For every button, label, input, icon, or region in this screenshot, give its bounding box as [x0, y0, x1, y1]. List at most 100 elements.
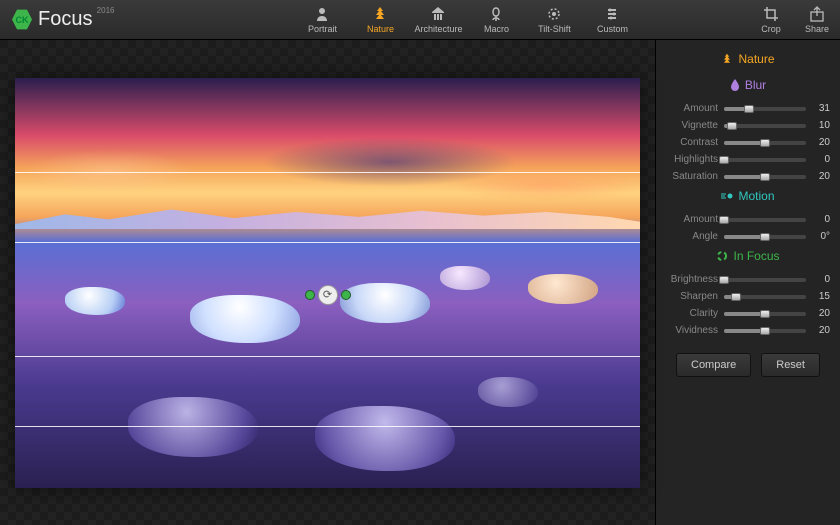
crop-button[interactable]: Crop: [748, 0, 794, 39]
blur-title: Blur: [745, 78, 766, 92]
slider-label: Sharpen: [666, 291, 718, 302]
app-name: Focus: [38, 8, 92, 30]
photo-decor: [190, 295, 300, 343]
slider-thumb[interactable]: [760, 327, 770, 335]
slider-thumb[interactable]: [760, 233, 770, 241]
blur-amount-slider[interactable]: [724, 107, 806, 111]
slider-thumb[interactable]: [719, 156, 729, 164]
slider-thumb[interactable]: [731, 293, 741, 301]
blur-row-contrast: Contrast20: [656, 134, 840, 151]
mode-label: Macro: [484, 24, 509, 34]
canvas-area[interactable]: ⟳: [0, 40, 655, 525]
focus-row-clarity: Clarity20: [656, 305, 840, 322]
blur-row-vignette: Vignette 10: [656, 117, 840, 134]
mode-label: Nature: [367, 24, 394, 34]
nature-icon: [371, 6, 389, 22]
slider-label: Contrast: [666, 137, 718, 148]
photo-decor: [478, 377, 538, 407]
blur-saturation-slider[interactable]: [724, 175, 806, 179]
photo-decor: [128, 397, 258, 457]
mode-label: Tilt-Shift: [538, 24, 571, 34]
reset-button[interactable]: Reset: [761, 353, 820, 377]
slider-thumb[interactable]: [727, 122, 737, 130]
slider-label: Highlights: [666, 154, 718, 165]
blur-row-amount: Amount31: [656, 100, 840, 117]
slider-thumb[interactable]: [719, 216, 729, 224]
slider-label: Brightness: [666, 274, 718, 285]
nature-icon: [721, 53, 733, 65]
slider-thumb[interactable]: [760, 310, 770, 318]
slider-label: Vignette: [666, 120, 718, 131]
focus-vividness-slider[interactable]: [724, 329, 806, 333]
slider-thumb[interactable]: [744, 105, 754, 113]
focus-sharpen-slider[interactable]: [724, 295, 806, 299]
panel-title: Nature: [738, 52, 774, 66]
mode-macro[interactable]: Macro: [468, 0, 524, 39]
top-right-actions: Crop Share: [748, 0, 840, 39]
slider-label: Amount: [666, 103, 718, 114]
handle-rotate-icon[interactable]: ⟳: [318, 285, 338, 305]
handle-dot-right[interactable]: [341, 290, 351, 300]
photo-decor: [528, 274, 598, 304]
slider-label: Saturation: [666, 171, 718, 182]
slider-value: 0: [812, 154, 830, 165]
mode-portrait[interactable]: Portrait: [294, 0, 350, 39]
motion-row-amount: Amount 0: [656, 211, 840, 228]
slider-value: 20: [812, 308, 830, 319]
blur-vignette-slider[interactable]: [724, 124, 806, 128]
motion-icon: [721, 191, 733, 201]
slider-label: Vividness: [666, 325, 718, 336]
share-icon: [809, 6, 825, 22]
top-toolbar: CK Focus 2016 Portrait Nature Architectu…: [0, 0, 840, 40]
mode-custom[interactable]: Custom: [584, 0, 640, 39]
focus-band-outer-top[interactable]: [15, 172, 640, 173]
slider-label: Amount: [666, 214, 718, 225]
share-button[interactable]: Share: [794, 0, 840, 39]
slider-thumb[interactable]: [719, 276, 729, 284]
slider-thumb[interactable]: [760, 139, 770, 147]
focus-band-inner-top[interactable]: [15, 242, 640, 243]
mode-label: Custom: [597, 24, 628, 34]
app-version: 2016: [97, 6, 115, 15]
slider-value: 10: [812, 120, 830, 131]
motion-angle-slider[interactable]: [724, 235, 806, 239]
focus-band-outer-bottom[interactable]: [15, 426, 640, 427]
focus-section-head: In Focus: [656, 245, 840, 271]
mode-tiltshift[interactable]: Tilt-Shift: [526, 0, 582, 39]
motion-title: Motion: [738, 189, 774, 203]
blur-highlights-slider[interactable]: [724, 158, 806, 162]
blur-contrast-slider[interactable]: [724, 141, 806, 145]
focus-band-inner-bottom[interactable]: [15, 356, 640, 357]
blur-icon: [730, 79, 740, 91]
motion-row-angle: Angle 0°: [656, 228, 840, 245]
focus-band-handle[interactable]: ⟳: [305, 285, 351, 305]
focus-brightness-slider[interactable]: [724, 278, 806, 282]
photo-decor: [315, 406, 455, 471]
slider-value: 20: [812, 171, 830, 182]
mode-architecture[interactable]: Architecture: [410, 0, 466, 39]
mode-label: Architecture: [414, 24, 462, 34]
slider-value: 0: [812, 274, 830, 285]
image-preview[interactable]: ⟳: [15, 78, 640, 488]
focus-row-brightness: Brightness 0: [656, 271, 840, 288]
handle-dot-left[interactable]: [305, 290, 315, 300]
slider-thumb[interactable]: [760, 173, 770, 181]
slider-value: 0°: [812, 231, 830, 242]
slider-value: 0: [812, 214, 830, 225]
focus-clarity-slider[interactable]: [724, 312, 806, 316]
photo-decor: [440, 266, 490, 290]
mode-nature[interactable]: Nature: [352, 0, 408, 39]
mode-label: Portrait: [308, 24, 337, 34]
motion-amount-slider[interactable]: [724, 218, 806, 222]
macro-icon: [487, 6, 505, 22]
logo-hex-icon: CK: [12, 9, 32, 31]
share-label: Share: [805, 24, 829, 34]
compare-button[interactable]: Compare: [676, 353, 751, 377]
slider-value: 20: [812, 325, 830, 336]
slider-label: Angle: [666, 231, 718, 242]
crop-icon: [763, 6, 779, 22]
custom-icon: [603, 6, 621, 22]
slider-value: 15: [812, 291, 830, 302]
architecture-icon: [429, 6, 447, 22]
panel-title-row: Nature: [656, 48, 840, 74]
